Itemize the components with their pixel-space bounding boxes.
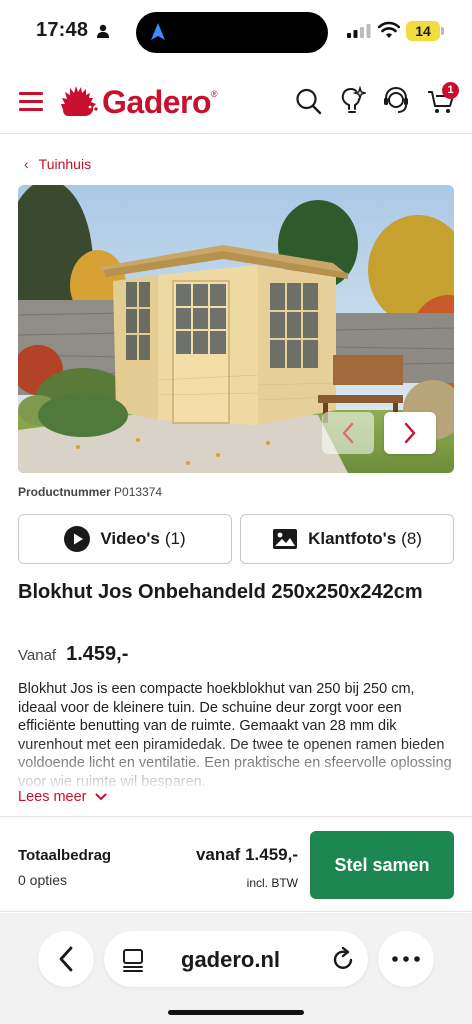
play-icon: [64, 526, 91, 552]
read-more-label: Lees meer: [18, 789, 87, 805]
more-dots-icon: [392, 956, 420, 962]
description-fade: [18, 740, 454, 788]
cart-count-badge: 1: [442, 82, 459, 99]
menu-icon[interactable]: [19, 92, 43, 111]
videos-label: Video's: [100, 529, 160, 548]
product-title: Blokhut Jos Onbehandeld 250x250x242cm: [18, 581, 423, 603]
search-icon[interactable]: [294, 86, 322, 116]
site-header: Gadero ®: [0, 70, 472, 134]
customer-service-headset-icon[interactable]: [382, 86, 410, 116]
chevron-left-icon: [342, 422, 354, 444]
price-label: Vanaf: [18, 647, 57, 664]
product-number-value: P013374: [114, 485, 163, 499]
gadero-logo[interactable]: Gadero ®: [60, 82, 218, 122]
logo-registered-mark: ®: [211, 89, 218, 99]
wifi-icon: [378, 21, 400, 38]
configure-button[interactable]: Stel samen: [310, 831, 454, 899]
address-bar[interactable]: gadero.nl: [104, 931, 368, 987]
total-label: Totaalbedrag: [18, 847, 112, 864]
battery-tip: [441, 27, 444, 35]
person-icon: [97, 24, 109, 38]
navigation-arrow-icon: [151, 23, 165, 40]
cellular-signal-icon: [347, 24, 371, 38]
home-indicator: [168, 1010, 304, 1015]
customer-photos-count: (8): [401, 529, 422, 548]
page-menu-icon: [123, 949, 143, 972]
total-price: vanaf 1.459,-: [195, 845, 298, 864]
product-number-label: Productnummer: [18, 485, 111, 499]
hedgehog-logo-icon: [61, 86, 98, 116]
image-gallery-icon: [272, 528, 298, 550]
logo-text: Gadero: [102, 83, 212, 120]
url-text: gadero.nl: [181, 947, 281, 972]
customer-photos-label: Klantfoto's: [308, 529, 397, 548]
product-number: Productnummer P013374: [18, 485, 162, 499]
chevron-left-icon: ‹: [24, 156, 29, 172]
customer-photos-button[interactable]: Klantfoto's (8): [240, 514, 454, 564]
chevron-right-icon: [404, 422, 416, 444]
browser-back-button[interactable]: [38, 931, 94, 987]
chevron-down-icon: [95, 793, 107, 801]
breadcrumb[interactable]: ‹ Tuinhuis: [24, 156, 91, 172]
btw-note: incl. BTW: [246, 876, 298, 890]
product-description: Blokhut Jos is een compacte hoekblokhut …: [18, 680, 454, 788]
videos-button[interactable]: Video's (1): [18, 514, 232, 564]
sticky-total-bar: Totaalbedrag 0 opties vanaf 1.459,- incl…: [0, 816, 472, 912]
image-next-button[interactable]: [384, 412, 436, 454]
browser-more-button[interactable]: [378, 931, 434, 987]
dynamic-island: [136, 12, 328, 53]
battery-indicator: 14: [406, 21, 440, 41]
videos-count: (1): [164, 529, 186, 548]
status-time: 17:48: [36, 19, 89, 41]
image-prev-button[interactable]: [322, 412, 374, 454]
options-count: 0 opties: [18, 872, 68, 888]
read-more-link[interactable]: Lees meer: [18, 789, 107, 805]
price-row: Vanaf 1.459,-: [18, 643, 128, 666]
chevron-left-icon: [59, 946, 73, 972]
reload-icon[interactable]: [331, 947, 355, 971]
lightbulb-idea-icon[interactable]: [338, 86, 366, 116]
breadcrumb-label: Tuinhuis: [38, 156, 92, 172]
status-bar: 17:48 14: [0, 0, 472, 64]
browser-toolbar: gadero.nl: [0, 913, 472, 1024]
price-value: 1.459,-: [66, 643, 129, 665]
